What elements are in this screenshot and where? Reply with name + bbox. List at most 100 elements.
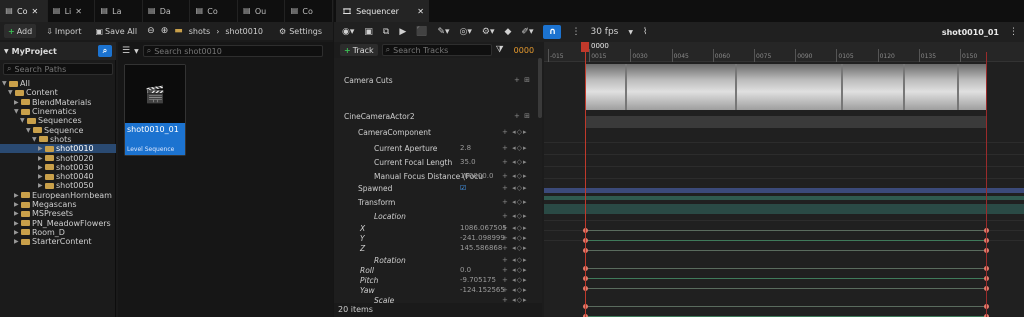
chevron-down-icon[interactable]: ▼	[26, 126, 33, 135]
keyframe-controls[interactable]: + ◂◇▸	[502, 286, 528, 294]
camera-cut-thumbnails[interactable]	[585, 64, 986, 110]
time-ruler[interactable]: -015 0015 0030 0045 0060 0075 0090 0105 0120 0135…	[544, 42, 1024, 62]
actor-track-bar[interactable]	[585, 116, 986, 128]
track-value[interactable]: -9.705175	[460, 276, 496, 284]
end-marker-line[interactable]	[986, 52, 987, 317]
track-value[interactable]: -241.098999	[460, 234, 505, 242]
save-all-button[interactable]: ▣ Save All	[91, 24, 141, 38]
find-asset-icon[interactable]: ⧉	[383, 27, 389, 37]
track-row[interactable]: Camera Cuts + ⊞	[334, 74, 542, 86]
keyframe-controls[interactable]: + ◂◇▸	[502, 184, 528, 192]
tree-item[interactable]: ▶ Megascans	[0, 200, 116, 209]
chevron-right-icon[interactable]: ▶	[38, 144, 45, 153]
settings-button[interactable]: ⚙ Settings	[275, 24, 326, 38]
project-header[interactable]: ▼ MyProject ⌕	[0, 42, 116, 60]
tree-item[interactable]: ▼ shots	[0, 135, 116, 144]
chevron-right-icon[interactable]: ▶	[14, 98, 21, 107]
timeline-area[interactable]: -015 0015 0030 0045 0060 0075 0090 0105 0120 0135…	[544, 42, 1024, 317]
track-value[interactable]: -124.152565	[460, 286, 505, 294]
asset-card[interactable]: 🎬 shot0010_01 Level Sequence	[124, 64, 186, 156]
track-value[interactable]: 1086.067505	[460, 224, 507, 232]
playhead-handle[interactable]	[581, 42, 589, 52]
filter-icon[interactable]: ☰	[122, 46, 130, 56]
chevron-down-icon[interactable]: ▼	[628, 29, 633, 36]
path-search-input[interactable]: ⌕ Search Paths	[3, 63, 113, 75]
track-row[interactable]: Spawned ☑ + ◂◇▸	[334, 182, 542, 194]
spawned-checkbox[interactable]: ☑	[460, 184, 466, 192]
world-icon[interactable]: ◉▾	[342, 27, 354, 37]
chevron-right-icon[interactable]: ▶	[14, 237, 21, 246]
track-row[interactable]: Current Focal Length 35.0 + ◂◇▸	[334, 156, 542, 168]
tab-folder[interactable]: ▤ Co ✕	[0, 0, 48, 22]
track-row[interactable]: CineCameraActor2 + ⊞	[334, 110, 542, 122]
chevron-down-icon[interactable]: ▼	[14, 107, 21, 116]
key-icon[interactable]: ⚙▾	[482, 27, 495, 37]
keyframe-controls[interactable]: + ◂◇▸	[502, 158, 528, 166]
history-back-icon[interactable]: ⊖	[147, 26, 155, 36]
track-row[interactable]: Current Aperture 2.8 + ◂◇▸	[334, 142, 542, 154]
track-value[interactable]: 100000.0	[460, 172, 493, 180]
track-value[interactable]: 35.0	[460, 158, 476, 166]
camera-icon[interactable]: ⬛	[416, 27, 427, 37]
search-tracks-input[interactable]: ⌕ Search Tracks	[381, 44, 492, 56]
keyframe-controls[interactable]: + ◂◇▸	[502, 212, 528, 220]
keyframe-controls[interactable]: + ◂◇▸	[502, 276, 528, 284]
keyframe-controls[interactable]: + ◂◇▸	[502, 144, 528, 152]
track-add-controls[interactable]: + ⊞	[514, 76, 531, 84]
more-icon[interactable]: ⋮	[571, 27, 580, 37]
breadcrumb-item[interactable]: shot0010	[225, 27, 263, 36]
asset-search-input[interactable]: ⌕ Search shot0010	[142, 45, 323, 57]
keyframe-controls[interactable]: + ◂◇▸	[502, 266, 528, 274]
chevron-down-icon[interactable]: ▼	[2, 79, 9, 88]
brush-icon[interactable]: ✐▾	[521, 27, 533, 37]
tab-list[interactable]: ▤ Li ✕	[48, 0, 96, 22]
folder-icon[interactable]: ▬	[174, 26, 183, 36]
tree-item[interactable]: ▶ PN_MeadowFlowers	[0, 219, 116, 228]
tab-layers[interactable]: ▤ La	[95, 0, 143, 22]
save-icon[interactable]: ▣	[364, 27, 373, 37]
tree-item[interactable]: ▼ Content	[0, 88, 116, 97]
fps-selector[interactable]: 30 fps	[590, 27, 618, 37]
chevron-right-icon[interactable]: ▶	[38, 172, 45, 181]
track-add-controls[interactable]: + ⊞	[514, 112, 531, 120]
keyframe-controls[interactable]: + ◂◇▸	[502, 244, 528, 252]
breadcrumb-item[interactable]: shots	[189, 27, 210, 36]
curve-editor-icon[interactable]: ⌇	[643, 27, 647, 37]
more-icon[interactable]: ⋮	[1009, 27, 1018, 37]
chevron-right-icon[interactable]: ▶	[38, 154, 45, 163]
tree-item[interactable]: ▶ shot0010	[0, 144, 116, 154]
chevron-right-icon[interactable]: ▶	[14, 200, 21, 209]
track-value[interactable]: 0.0	[460, 266, 471, 274]
close-icon[interactable]: ✕	[75, 7, 82, 16]
track-row[interactable]: CameraComponent + ◂◇▸	[334, 126, 542, 138]
chevron-down-icon[interactable]: ▼	[32, 135, 39, 144]
tree-item[interactable]: ▶ shot0020	[0, 153, 116, 163]
keyframe-controls[interactable]: + ◂◇▸	[502, 234, 528, 242]
close-icon[interactable]: ✕	[31, 7, 38, 16]
chevron-right-icon[interactable]: ▶	[38, 181, 45, 190]
tree-item[interactable]: ▶ EuropeanHornbeam	[0, 191, 116, 200]
wrench-icon[interactable]: ✎▾	[437, 27, 449, 37]
chevron-down-icon[interactable]: ▼	[8, 88, 15, 97]
tab-data[interactable]: ▤ Da	[143, 0, 191, 22]
snap-toggle[interactable]: ∩	[543, 25, 562, 39]
chevron-right-icon[interactable]: ▶	[14, 191, 21, 200]
chevron-right-icon[interactable]: ▶	[38, 163, 45, 172]
chevron-down-icon[interactable]: ▼	[134, 48, 139, 55]
chevron-right-icon[interactable]: ▶	[14, 219, 21, 228]
eye-icon[interactable]: ◎▾	[460, 27, 472, 37]
current-frame-field[interactable]: 0000	[514, 46, 534, 55]
track-scrollbar[interactable]	[538, 58, 542, 118]
add-track-button[interactable]: + Track	[340, 44, 378, 56]
keyframe-controls[interactable]: + ◂◇▸	[502, 128, 528, 136]
track-value[interactable]: 2.8	[460, 144, 471, 152]
keyframe-controls[interactable]: + ◂◇▸	[502, 198, 528, 206]
tree-item[interactable]: ▶ shot0040	[0, 172, 116, 181]
tab-content[interactable]: ▤ Co	[190, 0, 238, 22]
chevron-right-icon[interactable]: ▶	[14, 228, 21, 237]
track-row[interactable]: Location + ◂◇▸	[334, 210, 542, 222]
keyframe-controls[interactable]: + ◂◇▸	[502, 256, 528, 264]
close-icon[interactable]: ✕	[417, 7, 424, 16]
tree-item[interactable]: ▼ Cinematics	[0, 107, 116, 116]
track-row[interactable]: Transform + ◂◇▸	[334, 196, 542, 208]
